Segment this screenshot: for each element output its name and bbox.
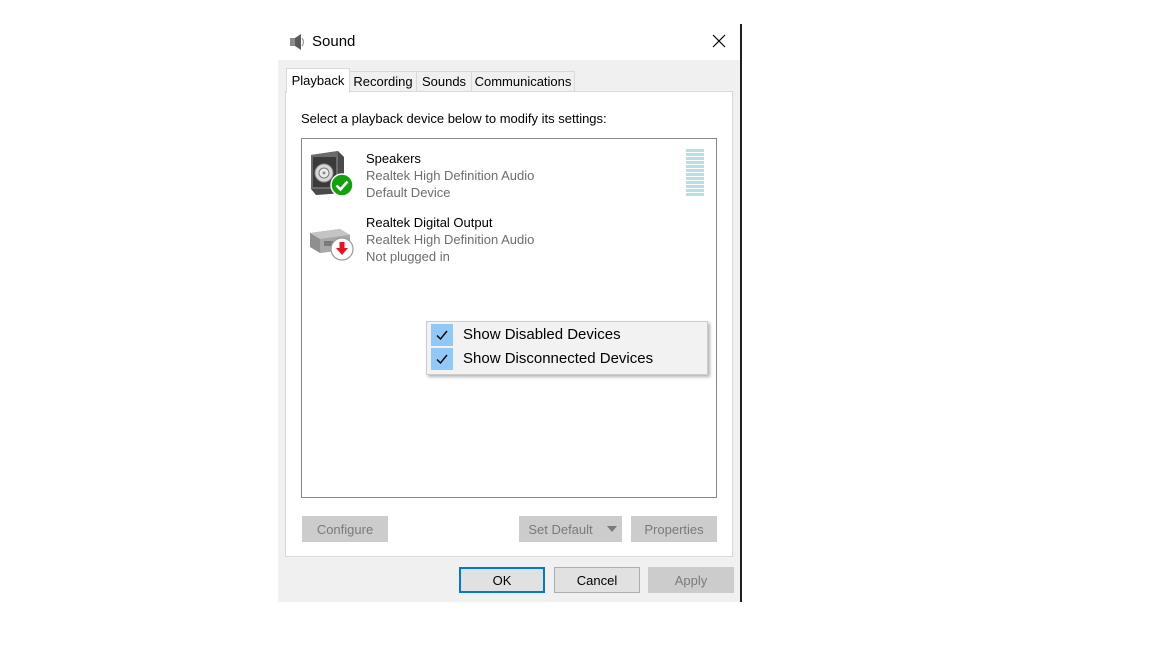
properties-button[interactable]: Properties [631,516,717,542]
checkmark-icon [431,348,453,370]
level-segment [686,153,704,156]
speaker-device-icon [308,149,358,199]
background-window-edge [740,24,742,602]
level-segment [686,189,704,192]
device-driver: Realtek High Definition Audio [366,232,535,247]
menu-item-label: Show Disabled Devices [463,326,621,343]
playback-panel: Select a playback device below to modify… [285,91,733,557]
tab-recording[interactable]: Recording [349,71,417,92]
device-status: Not plugged in [366,249,450,264]
cancel-button[interactable]: Cancel [554,567,640,593]
level-segment [686,149,704,152]
level-segment [686,157,704,160]
device-status: Default Device [366,185,451,200]
menu-item-show-disconnected-devices[interactable]: Show Disconnected Devices [429,347,705,371]
apply-button[interactable]: Apply [648,567,734,593]
set-default-dropdown-button[interactable] [602,516,622,542]
level-segment [686,177,704,180]
instruction-text: Select a playback device below to modify… [301,111,607,126]
device-list[interactable]: Speakers Realtek High Definition Audio D… [301,138,717,498]
close-icon [712,34,726,48]
tab-playback[interactable]: Playback [286,68,350,93]
chevron-down-icon [607,526,617,532]
window-title: Sound [312,33,356,50]
level-segment [686,165,704,168]
level-segment [686,193,704,196]
level-segment [686,161,704,164]
red-down-arrow-badge-icon [330,237,354,261]
title-bar: Sound [278,24,740,60]
tab-sounds[interactable]: Sounds [416,71,472,92]
checkmark-icon [431,324,453,346]
close-button[interactable] [698,24,740,58]
menu-item-show-disabled-devices[interactable]: Show Disabled Devices [429,323,705,347]
volume-level-meter [686,149,704,197]
digital-output-device-icon [308,213,358,263]
level-segment [686,181,704,184]
level-segment [686,169,704,172]
green-check-badge-icon [330,173,354,197]
level-segment [686,173,704,176]
device-item-speakers[interactable]: Speakers Realtek High Definition Audio D… [308,149,708,209]
speaker-icon [288,33,306,51]
configure-button[interactable]: Configure [302,516,388,542]
device-driver: Realtek High Definition Audio [366,168,535,183]
menu-item-label: Show Disconnected Devices [463,350,654,367]
tab-communications[interactable]: Communications [471,71,575,92]
level-segment [686,185,704,188]
sound-dialog: Sound Playback Recording Sounds Communic… [278,24,740,602]
device-name: Speakers [366,151,421,166]
context-menu: Show Disabled Devices Show Disconnected … [426,321,708,375]
set-default-button[interactable]: Set Default [519,516,602,542]
device-item-digital-output[interactable]: Realtek Digital Output Realtek High Defi… [308,213,708,273]
device-name: Realtek Digital Output [366,215,493,230]
ok-button[interactable]: OK [459,567,545,593]
